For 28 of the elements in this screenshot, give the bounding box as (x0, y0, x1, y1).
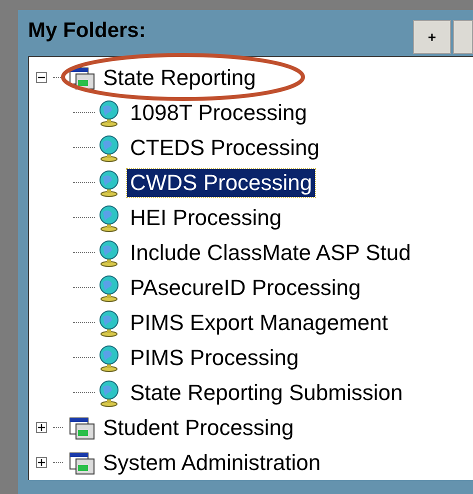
collapse-toggle[interactable] (36, 72, 47, 83)
globe-icon (97, 308, 121, 336)
window-folder-icon (69, 450, 95, 474)
tree-item[interactable]: CWDS Processing (127, 168, 316, 196)
globe-icon (97, 378, 121, 406)
expand-toggle[interactable] (36, 457, 47, 468)
globe-icon (97, 168, 121, 196)
globe-icon (97, 134, 121, 162)
tree-item[interactable]: PIMS Processing (127, 344, 302, 372)
globe-icon (97, 238, 121, 266)
tree-item[interactable]: CTEDS Processing (127, 134, 323, 162)
tree-item[interactable]: Include ClassMate ASP Stud (127, 238, 414, 266)
panel-title: My Folders: (28, 18, 146, 44)
expand-toggle[interactable] (36, 422, 47, 433)
globe-icon (97, 274, 121, 302)
tree-item[interactable]: PIMS Export Management (127, 308, 392, 336)
globe-icon (97, 98, 121, 126)
tree-item[interactable]: 1098T Processing (127, 98, 310, 126)
tree-item[interactable]: PAsecureID Processing (127, 274, 364, 302)
add-button[interactable]: + (413, 20, 451, 54)
window-folder-icon (69, 66, 95, 90)
window-folder-icon (69, 416, 95, 440)
globe-icon (97, 344, 121, 372)
globe-icon (97, 204, 121, 232)
tree-item[interactable]: State Reporting Submission (127, 378, 406, 406)
tree-item[interactable]: System Administration (101, 448, 323, 476)
tree-item[interactable]: HEI Processing (127, 204, 285, 232)
tree-item[interactable]: Student Processing (101, 414, 296, 442)
